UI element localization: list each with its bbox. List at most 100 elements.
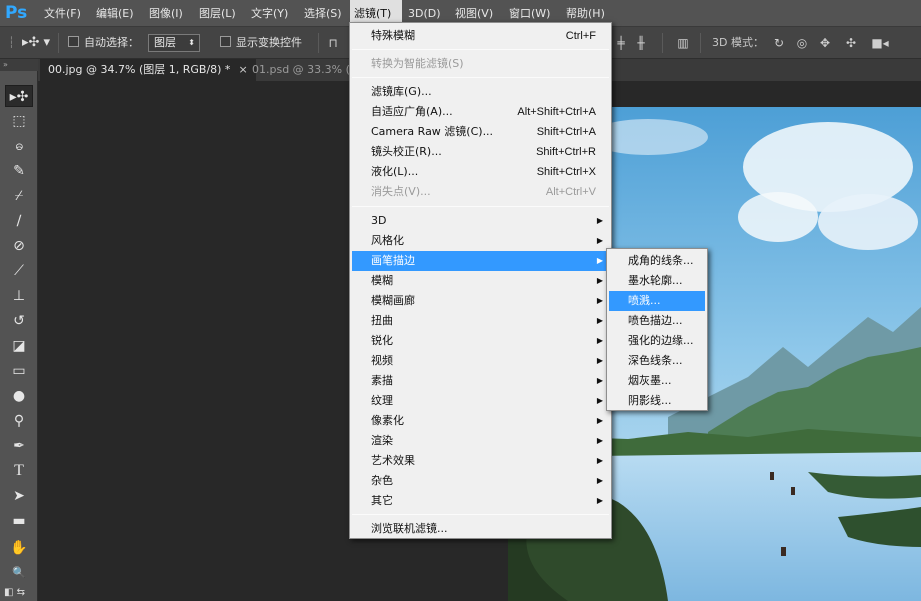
menu-select[interactable]: 选择(S) xyxy=(300,0,346,27)
type-tool-icon[interactable]: T xyxy=(5,460,33,482)
3d-camera-icon[interactable]: ■◂ xyxy=(870,35,890,51)
eyedropper-tool-icon[interactable]: ∕ xyxy=(5,210,33,232)
menu-image[interactable]: 图像(I) xyxy=(145,0,187,27)
pen-tool-icon[interactable]: ✒ xyxy=(5,435,33,457)
menu-item-label: 其它 xyxy=(371,494,393,507)
tools-panel: » ▸✣ ⬚ ဓ ✎ ⌿ ∕ ⊘ ⟋ ⊥ ↺ ◪ ▭ ● ⚲ ✒ T ➤ ▬ ✋… xyxy=(0,59,38,601)
marquee-tool-icon[interactable]: ⬚ xyxy=(5,110,33,132)
menu-item-camera-raw[interactable]: Camera Raw 滤镜(C)... Shift+Ctrl+A xyxy=(352,122,609,142)
dodge-tool-icon[interactable]: ⚲ xyxy=(5,410,33,432)
menu-item-special-blur[interactable]: 特殊模糊 Ctrl+F xyxy=(352,26,609,46)
menu-type[interactable]: 文字(Y) xyxy=(247,0,292,27)
zoom-tool-icon[interactable]: 🔍 xyxy=(5,562,33,584)
submenu-item-ink-outlines[interactable]: 墨水轮廓... xyxy=(609,271,705,291)
filter-menu-dropdown: 特殊模糊 Ctrl+F 转换为智能滤镜(S) 滤镜库(G)... 自适应广角(A)… xyxy=(349,22,612,539)
path-select-tool-icon[interactable]: ➤ xyxy=(5,485,33,507)
submenu-item-label: 烟灰墨... xyxy=(628,374,672,387)
menu-item-label: 滤镜库(G)... xyxy=(371,85,432,98)
3d-drag-icon[interactable]: ✥ xyxy=(818,35,832,51)
submenu-arrow-icon: ▶ xyxy=(596,256,603,265)
tab-01-psd[interactable]: 01.psd @ 33.3% ( xyxy=(244,59,358,81)
show-transform-checkbox[interactable]: 显示变换控件 xyxy=(220,27,302,59)
quick-select-tool-icon[interactable]: ✎ xyxy=(5,160,33,182)
tools-panel-grip[interactable]: » xyxy=(0,59,38,71)
tab-00-jpg[interactable]: 00.jpg @ 34.7% (图层 1, RGB/8) * × xyxy=(40,59,256,81)
menu-item-video[interactable]: 视频 ▶ xyxy=(352,351,609,371)
menu-item-label: 扭曲 xyxy=(371,314,393,327)
menu-item-brush-strokes[interactable]: 画笔描边 ▶ xyxy=(352,251,609,271)
menu-item-label: 渲染 xyxy=(371,434,393,447)
menu-item-vanishing-point: 消失点(V)... Alt+Ctrl+V xyxy=(352,182,609,202)
submenu-item-label: 喷色描边... xyxy=(628,314,683,327)
menu-item-label: 杂色 xyxy=(371,474,393,487)
menu-item-blur[interactable]: 模糊 ▶ xyxy=(352,271,609,291)
brush-strokes-submenu: 成角的线条... 墨水轮廓... 喷溅... 喷色描边... 强化的边缘... … xyxy=(606,248,708,411)
menu-item-blur-gallery[interactable]: 模糊画廊 ▶ xyxy=(352,291,609,311)
history-brush-tool-icon[interactable]: ↺ xyxy=(5,310,33,332)
submenu-item-label: 阴影线... xyxy=(628,394,672,407)
submenu-item-accented-edges[interactable]: 成角的线条... xyxy=(609,251,705,271)
auto-align-icon[interactable]: ▥ xyxy=(676,35,690,51)
clone-stamp-tool-icon[interactable]: ⊥ xyxy=(5,285,33,307)
menu-separator xyxy=(352,77,609,78)
lasso-tool-icon[interactable]: ဓ xyxy=(5,135,33,157)
submenu-arrow-icon: ▶ xyxy=(596,236,603,245)
healing-brush-tool-icon[interactable]: ⊘ xyxy=(5,235,33,257)
3d-slide-icon[interactable]: ✣ xyxy=(844,35,858,51)
blur-tool-icon[interactable]: ● xyxy=(5,385,33,407)
menu-item-shortcut: Alt+Ctrl+V xyxy=(545,186,596,198)
menu-item-sharpen[interactable]: 锐化 ▶ xyxy=(352,331,609,351)
submenu-item-label: 墨水轮廓... xyxy=(628,274,683,287)
hand-tool-icon[interactable]: ✋ xyxy=(5,537,33,559)
menu-item-shortcut: Ctrl+F xyxy=(565,30,596,42)
3d-rotate-icon[interactable]: ↻ xyxy=(772,35,786,51)
menu-item-artistic[interactable]: 艺术效果 ▶ xyxy=(352,451,609,471)
menu-item-other[interactable]: 其它 ▶ xyxy=(352,491,609,511)
menu-item-adaptive-wide-angle[interactable]: 自适应广角(A)... Alt+Shift+Ctrl+A xyxy=(352,102,609,122)
submenu-arrow-icon: ▶ xyxy=(596,456,603,465)
brush-tool-icon[interactable]: ⟋ xyxy=(5,260,33,282)
menu-item-lens-correction[interactable]: 镜头校正(R)... Shift+Ctrl+R xyxy=(352,142,609,162)
align-top-icon[interactable]: ⊓ xyxy=(326,35,340,51)
menu-item-distort[interactable]: 扭曲 ▶ xyxy=(352,311,609,331)
submenu-arrow-icon: ▶ xyxy=(596,356,603,365)
menu-item-3d[interactable]: 3D ▶ xyxy=(352,211,609,231)
submenu-item-dark-strokes[interactable]: 深色线条... xyxy=(609,351,705,371)
submenu-item-sumi-e[interactable]: 烟灰墨... xyxy=(609,371,705,391)
distribute-icon[interactable]: ╪ xyxy=(614,35,628,51)
submenu-item-spatter[interactable]: 喷溅... xyxy=(609,291,705,311)
eraser-tool-icon[interactable]: ◪ xyxy=(5,335,33,357)
auto-select-target-dropdown[interactable]: 图层 ⬍ xyxy=(148,34,200,52)
menu-item-texture[interactable]: 纹理 ▶ xyxy=(352,391,609,411)
crop-tool-icon[interactable]: ⌿ xyxy=(5,185,33,207)
menu-separator xyxy=(352,206,609,207)
submenu-item-enhanced-edges[interactable]: 强化的边缘... xyxy=(609,331,705,351)
move-tool-preset-icon[interactable]: ▸✣ ▾ xyxy=(22,27,50,59)
menu-item-stylize[interactable]: 风格化 ▶ xyxy=(352,231,609,251)
menu-item-filter-gallery[interactable]: 滤镜库(G)... xyxy=(352,82,609,102)
submenu-item-crosshatch[interactable]: 阴影线... xyxy=(609,391,705,411)
color-swatch-icon[interactable]: ◧ ⇆ xyxy=(4,587,34,599)
shape-tool-icon[interactable]: ▬ xyxy=(5,510,33,532)
menu-item-shortcut: Shift+Ctrl+X xyxy=(536,166,596,178)
menu-item-label: 纹理 xyxy=(371,394,393,407)
menu-item-liquify[interactable]: 液化(L)... Shift+Ctrl+X xyxy=(352,162,609,182)
menu-item-render[interactable]: 渲染 ▶ xyxy=(352,431,609,451)
menu-file[interactable]: 文件(F) xyxy=(40,0,85,27)
menu-layer[interactable]: 图层(L) xyxy=(195,0,240,27)
submenu-arrow-icon: ▶ xyxy=(596,416,603,425)
submenu-arrow-icon: ▶ xyxy=(596,336,603,345)
menu-item-noise[interactable]: 杂色 ▶ xyxy=(352,471,609,491)
menu-item-browse-online-filters[interactable]: 浏览联机滤镜... xyxy=(352,519,609,539)
move-tool-icon[interactable]: ▸✣ xyxy=(5,85,33,107)
auto-select-checkbox[interactable]: 自动选择： xyxy=(68,27,139,59)
3d-roll-icon[interactable]: ◎ xyxy=(795,35,809,51)
menu-edit[interactable]: 编辑(E) xyxy=(92,0,138,27)
gradient-tool-icon[interactable]: ▭ xyxy=(5,360,33,382)
divider xyxy=(662,33,663,53)
menu-item-pixelate[interactable]: 像素化 ▶ xyxy=(352,411,609,431)
submenu-item-sprayed-strokes[interactable]: 喷色描边... xyxy=(609,311,705,331)
distribute-horizontal-icon[interactable]: ╫ xyxy=(634,35,648,51)
menu-item-sketch[interactable]: 素描 ▶ xyxy=(352,371,609,391)
divider xyxy=(58,33,59,53)
